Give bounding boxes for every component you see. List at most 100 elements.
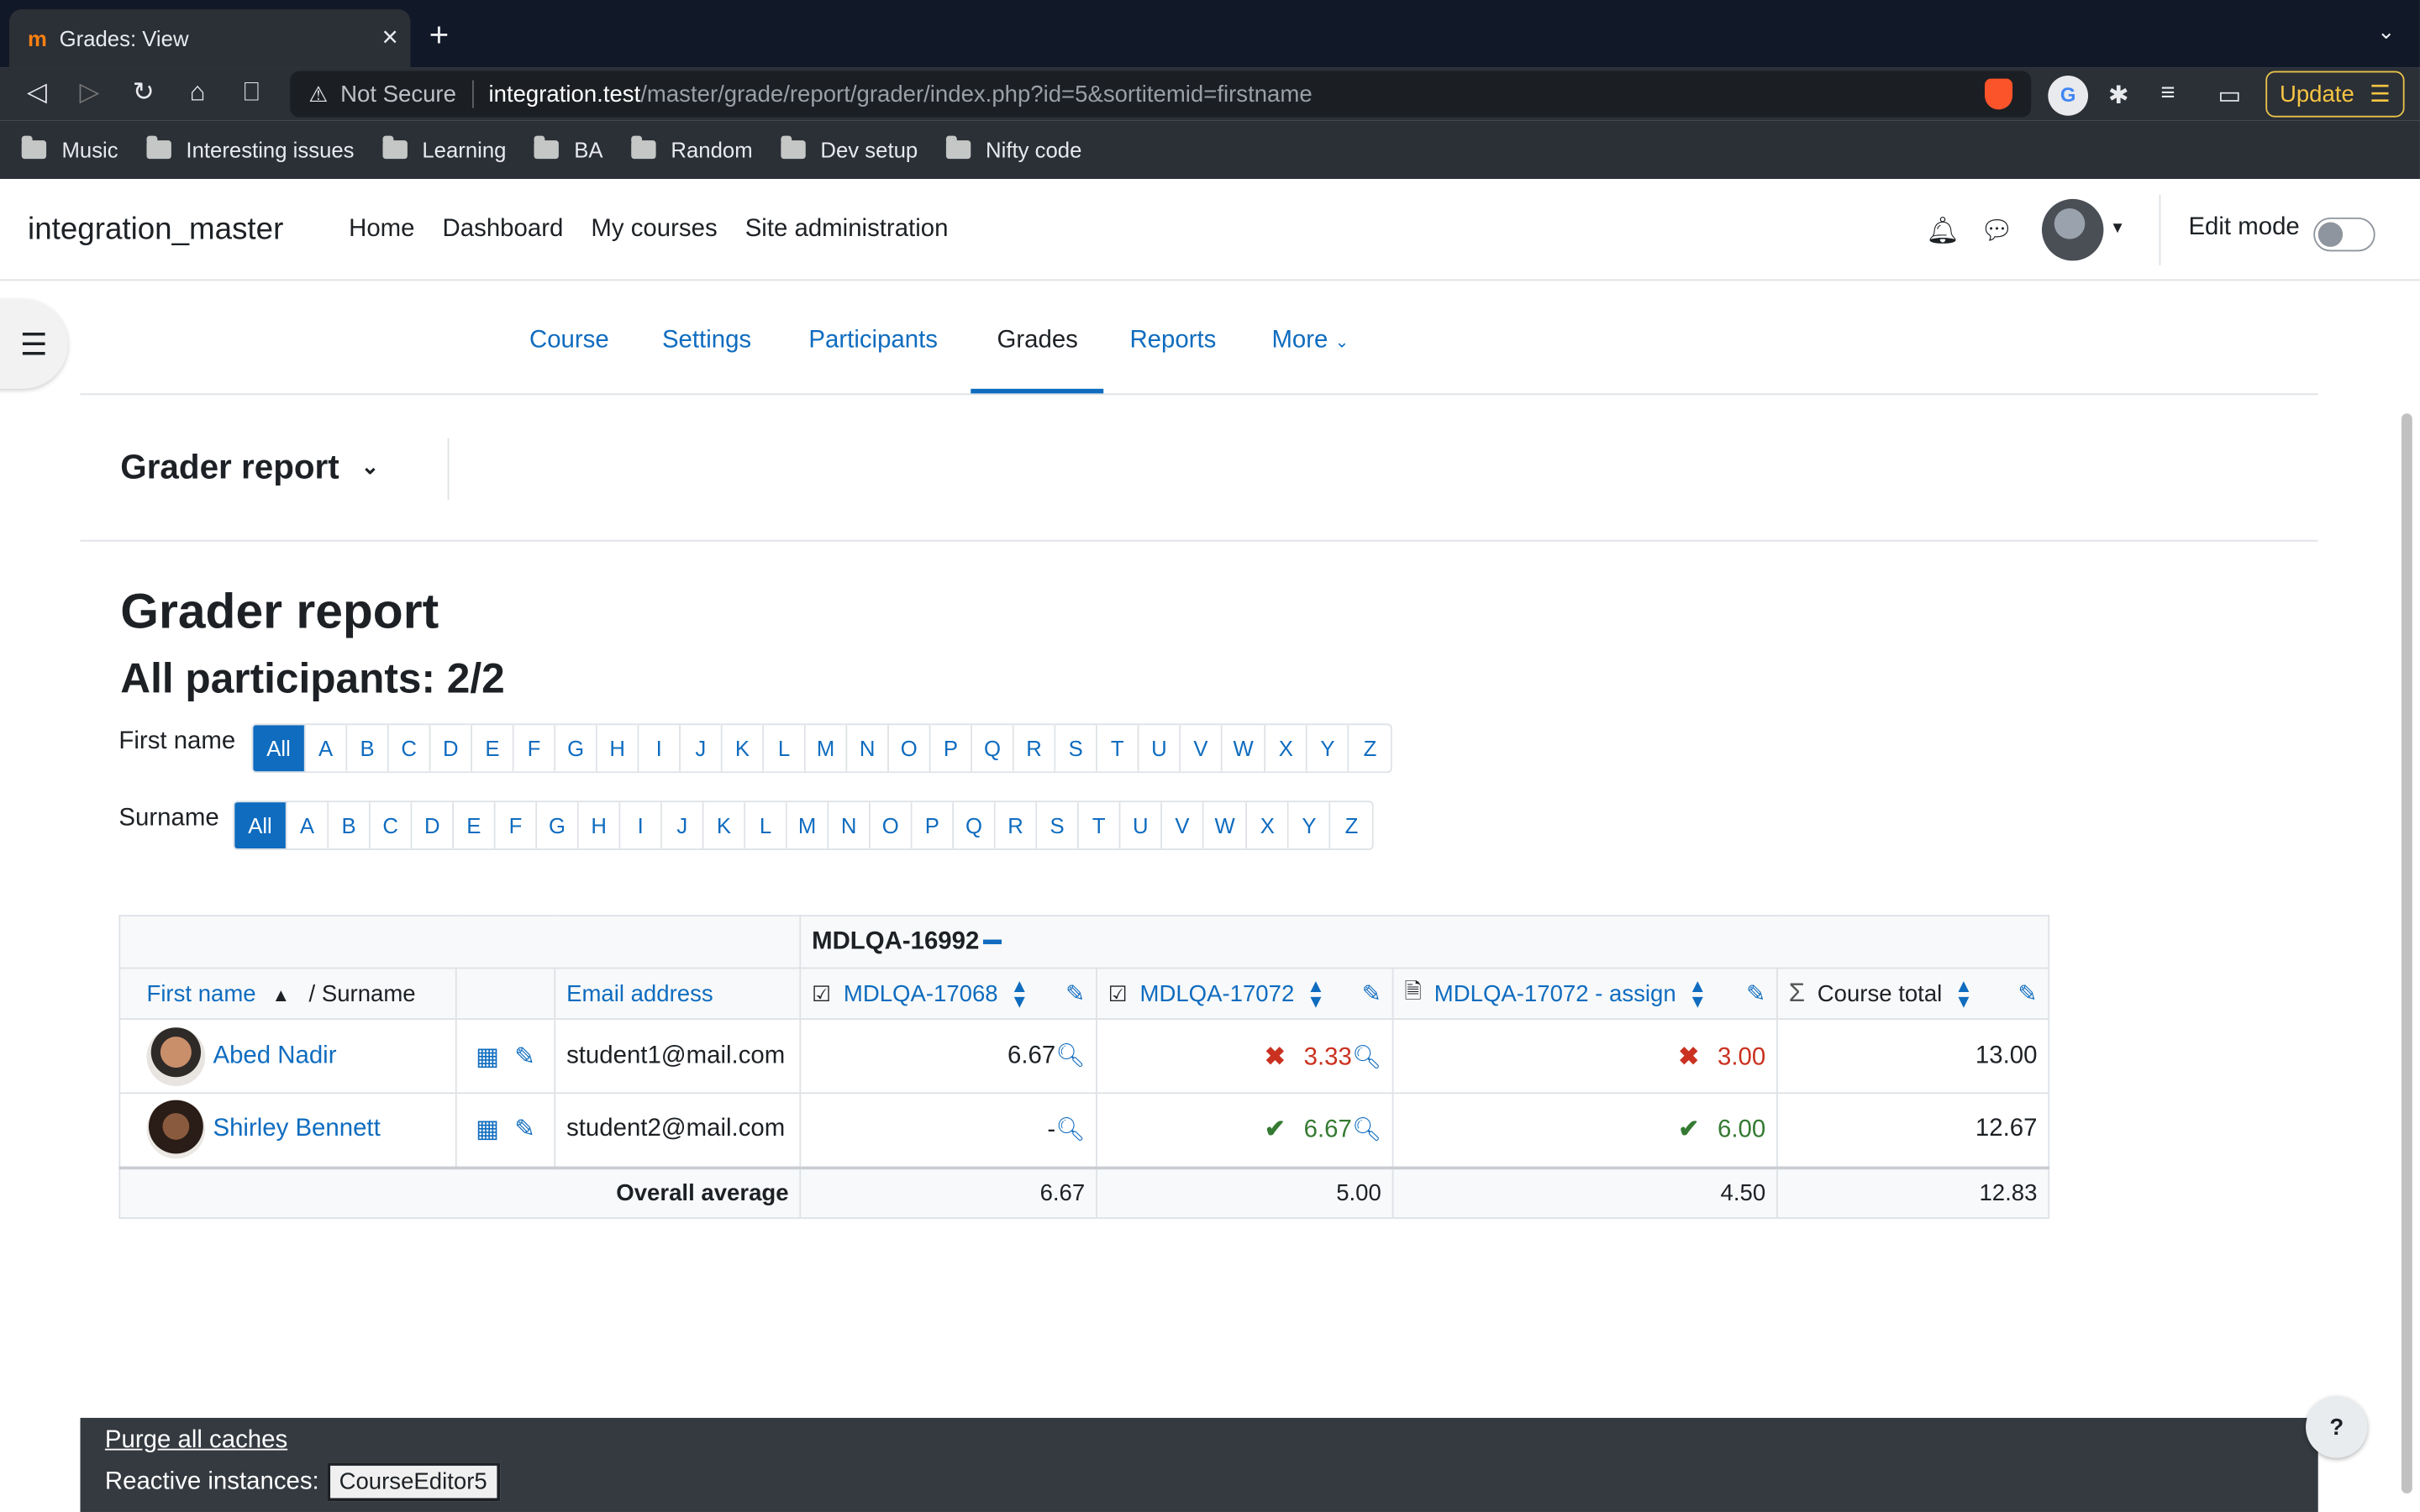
purge-caches-link[interactable]: Purge all caches bbox=[105, 1427, 287, 1455]
surname-initial-u[interactable]: U bbox=[1120, 802, 1163, 849]
bookmark-icon[interactable]: ⎕ bbox=[233, 77, 270, 108]
wallet-icon[interactable]: ▭ bbox=[2217, 81, 2241, 112]
browser-tab[interactable]: m Grades: View × bbox=[9, 9, 411, 68]
update-button[interactable]: Update ☰ bbox=[2265, 71, 2405, 118]
surname-initial-x[interactable]: X bbox=[1247, 802, 1290, 849]
tab-participants[interactable]: Participants bbox=[808, 327, 938, 354]
nav-my-courses[interactable]: My courses bbox=[591, 216, 717, 244]
surname-initial-t[interactable]: T bbox=[1078, 802, 1121, 849]
firstname-initial-e[interactable]: E bbox=[472, 725, 514, 772]
surname-initial-w[interactable]: W bbox=[1203, 802, 1248, 849]
chevron-down-icon[interactable]: ⌄ bbox=[361, 454, 380, 480]
email-sort-link[interactable]: Email address bbox=[566, 980, 713, 1006]
edit-pencil-icon[interactable]: ✎ bbox=[514, 1115, 535, 1146]
firstname-initial-k[interactable]: K bbox=[722, 725, 765, 772]
surname-initial-o[interactable]: O bbox=[870, 802, 913, 849]
bookmark-random[interactable]: Random bbox=[630, 135, 753, 162]
surname-initial-g[interactable]: G bbox=[537, 802, 579, 849]
tab-menu-chevron-icon[interactable]: ⌄ bbox=[2377, 18, 2396, 45]
edit-mode-toggle[interactable] bbox=[2313, 217, 2375, 252]
surname-initial-f[interactable]: F bbox=[495, 802, 538, 849]
tab-more[interactable]: More ⌄ bbox=[1271, 327, 1349, 354]
messages-icon[interactable]: 💬︎ bbox=[1980, 216, 2013, 247]
surname-initial-l[interactable]: L bbox=[745, 802, 787, 849]
grade-cell[interactable]: ✔ 6.00 bbox=[1392, 1092, 1778, 1168]
tab-course[interactable]: Course bbox=[529, 327, 609, 354]
new-tab-icon[interactable]: + bbox=[429, 15, 450, 55]
nav-site-administration[interactable]: Site administration bbox=[745, 216, 949, 244]
firstname-initial-y[interactable]: Y bbox=[1307, 725, 1349, 772]
reactive-instance-button[interactable]: CourseEditor5 bbox=[326, 1462, 500, 1502]
item-link-17068[interactable]: MDLQA-17068 bbox=[844, 980, 998, 1006]
nav-dashboard[interactable]: Dashboard bbox=[443, 216, 564, 244]
surname-initial-y[interactable]: Y bbox=[1289, 802, 1331, 849]
firstname-initial-q[interactable]: Q bbox=[972, 725, 1014, 772]
course-index-drawer-icon[interactable]: ☰ bbox=[0, 299, 68, 389]
bookmark-ba[interactable]: BA bbox=[534, 135, 603, 162]
grade-cell[interactable]: ✖ 3.00 bbox=[1392, 1018, 1778, 1095]
student-name-link[interactable]: Abed Nadir bbox=[213, 1042, 336, 1070]
firstname-initial-t[interactable]: T bbox=[1097, 725, 1139, 772]
google-translate-icon[interactable]: G bbox=[2048, 75, 2089, 116]
surname-initial-b[interactable]: B bbox=[329, 802, 371, 849]
firstname-initial-l[interactable]: L bbox=[764, 725, 806, 772]
bookmark-music[interactable]: Music bbox=[21, 135, 118, 162]
tab-grades[interactable]: Grades bbox=[997, 327, 1078, 354]
firstname-initial-i[interactable]: I bbox=[639, 725, 681, 772]
surname-initial-e[interactable]: E bbox=[453, 802, 496, 849]
firstname-initial-c[interactable]: C bbox=[388, 725, 431, 772]
item-link-17072-assign[interactable]: MDLQA-17072 - assign bbox=[1434, 980, 1676, 1006]
home-icon[interactable]: ⌂ bbox=[179, 77, 216, 108]
close-tab-icon[interactable]: × bbox=[382, 22, 398, 55]
bookmark-nifty-code[interactable]: Nifty code bbox=[945, 135, 1081, 162]
single-view-grid-icon[interactable]: ▦ bbox=[476, 1041, 499, 1072]
sort-firstname-link[interactable]: First name bbox=[146, 980, 255, 1006]
student-name-link[interactable]: Shirley Bennett bbox=[213, 1116, 380, 1143]
grade-cell[interactable]: ✔ 6.67🔍︎ bbox=[1096, 1092, 1394, 1168]
firstname-initial-v[interactable]: V bbox=[1181, 725, 1223, 772]
grade-analysis-zoom-icon[interactable]: 🔍︎ bbox=[1352, 1044, 1381, 1070]
site-name[interactable]: integration_master bbox=[28, 213, 283, 248]
grade-analysis-zoom-icon[interactable]: 🔍︎ bbox=[1352, 1117, 1381, 1143]
surname-initial-p[interactable]: P bbox=[912, 802, 955, 849]
address-bar[interactable]: ⚠ Not Secure integration.test/master/gra… bbox=[290, 71, 2032, 118]
surname-initial-j[interactable]: J bbox=[661, 802, 704, 849]
surname-initial-z[interactable]: Z bbox=[1330, 802, 1373, 849]
user-avatar[interactable] bbox=[2041, 198, 2104, 261]
nav-home[interactable]: Home bbox=[349, 216, 414, 244]
tab-reports[interactable]: Reports bbox=[1129, 327, 1216, 354]
sort-icon[interactable]: ▲ ▼ bbox=[1010, 977, 1028, 1011]
surname-initial-s[interactable]: S bbox=[1037, 802, 1079, 849]
firstname-initial-b[interactable]: B bbox=[347, 725, 389, 772]
forward-icon[interactable]: ▷ bbox=[71, 77, 108, 108]
edit-pencil-icon[interactable]: ✎ bbox=[1065, 979, 1085, 1007]
firstname-initial-o[interactable]: O bbox=[888, 725, 931, 772]
back-icon[interactable]: ◁ bbox=[18, 77, 55, 108]
brave-shield-icon[interactable] bbox=[1984, 78, 2013, 110]
help-button[interactable]: ? bbox=[2306, 1396, 2368, 1458]
bookmark-dev-setup[interactable]: Dev setup bbox=[780, 135, 918, 162]
sort-icon[interactable]: ▲ ▼ bbox=[1307, 977, 1325, 1011]
firstname-initial-u[interactable]: U bbox=[1139, 725, 1181, 772]
grade-cell[interactable]: ✖ 3.33🔍︎ bbox=[1096, 1018, 1394, 1095]
report-selector[interactable]: Grader report bbox=[120, 448, 339, 488]
tab-settings[interactable]: Settings bbox=[662, 327, 751, 354]
grade-analysis-zoom-icon[interactable]: 🔍︎ bbox=[1055, 1116, 1085, 1142]
firstname-initial-f[interactable]: F bbox=[513, 725, 556, 772]
surname-initial-h[interactable]: H bbox=[578, 802, 621, 849]
grade-cell[interactable]: 6.67🔍︎ bbox=[799, 1018, 1097, 1095]
item-link-17072[interactable]: MDLQA-17072 bbox=[1140, 980, 1295, 1006]
surname-initial-n[interactable]: N bbox=[829, 802, 871, 849]
surname-initial-a[interactable]: A bbox=[287, 802, 329, 849]
single-view-grid-icon[interactable]: ▦ bbox=[476, 1115, 499, 1146]
firstname-initial-n[interactable]: N bbox=[847, 725, 889, 772]
surname-initial-d[interactable]: D bbox=[412, 802, 454, 849]
notifications-bell-icon[interactable]: 🔔︎ bbox=[1926, 216, 1960, 247]
page-scrollbar[interactable] bbox=[2401, 413, 2412, 1494]
edit-pencil-icon[interactable]: ✎ bbox=[1746, 979, 1765, 1007]
firstname-initial-w[interactable]: W bbox=[1222, 725, 1266, 772]
student-avatar[interactable] bbox=[146, 1026, 206, 1086]
firstname-initial-h[interactable]: H bbox=[597, 725, 639, 772]
extensions-icon[interactable]: ✱ bbox=[2108, 81, 2129, 112]
firstname-initial-a[interactable]: A bbox=[305, 725, 348, 772]
